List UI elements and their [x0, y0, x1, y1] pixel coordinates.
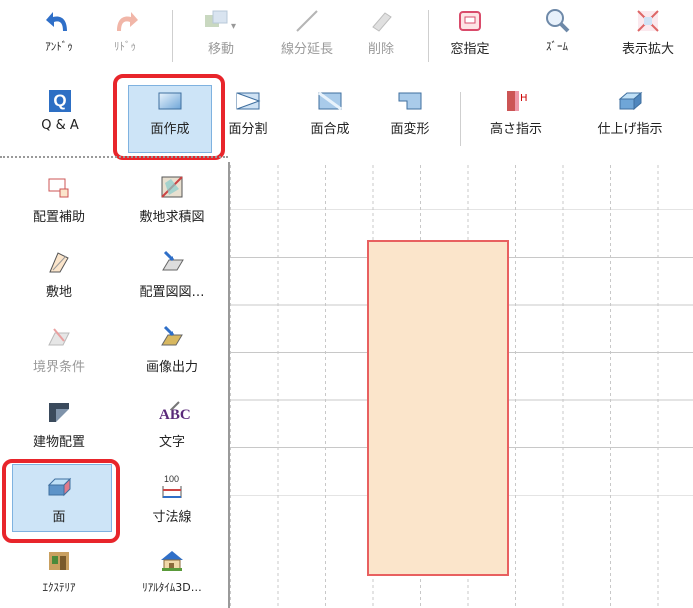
svg-text:H: H	[520, 93, 528, 104]
dimension-line-button[interactable]: 100 寸法線	[118, 472, 226, 525]
merge-face-label: 面合成	[310, 122, 350, 137]
finish-icon	[615, 86, 645, 116]
placement-aid-icon	[46, 172, 72, 202]
move-button[interactable]: ▾ 移動	[188, 6, 254, 57]
redo-button[interactable]: ﾘﾄﾞｩ	[100, 6, 150, 54]
face-highlight	[2, 459, 120, 543]
window-select-button[interactable]: 窓指定	[440, 6, 500, 57]
site-area-chart-button[interactable]: 敷地求積図	[118, 172, 226, 225]
zoom-button[interactable]: ｽﾞｰﾑ	[530, 6, 584, 54]
face-transform-icon	[395, 86, 425, 116]
split-face-label: 面分割	[228, 122, 268, 137]
move-icon: ▾	[201, 6, 241, 36]
height-spec-button[interactable]: H 高さ指示	[476, 86, 556, 137]
delete-button[interactable]: 削除	[356, 6, 406, 57]
eraser-icon	[367, 6, 395, 36]
text-button[interactable]: ABC 文字	[118, 397, 226, 450]
layout-drawing-button[interactable]: 配置図図…	[118, 247, 226, 300]
create-face-highlight	[113, 74, 225, 160]
transform-face-label: 面変形	[390, 122, 430, 137]
display-expand-label: 表示拡大	[621, 42, 674, 57]
height-spec-label: 高さ指示	[489, 122, 542, 137]
site-area-icon	[159, 172, 185, 202]
merge-face-button[interactable]: 面合成	[298, 86, 362, 137]
house-3d-icon	[159, 545, 185, 575]
layout-drawing-icon	[159, 247, 185, 277]
layout-drawing-label: 配置図図…	[139, 285, 205, 300]
transform-face-button[interactable]: 面変形	[378, 86, 442, 137]
boundary-condition-button[interactable]: 境界条件	[8, 322, 110, 375]
exterior-button[interactable]: ｴｸｽﾃﾘｱ	[8, 545, 110, 595]
site-area-chart-label: 敷地求積図	[139, 210, 205, 225]
building-layout-icon	[46, 397, 72, 427]
redo-label: ﾘﾄﾞｩ	[114, 40, 136, 53]
window-select-label: 窓指定	[450, 42, 490, 57]
site-label: 敷地	[45, 285, 72, 300]
redo-icon	[111, 6, 139, 36]
finish-spec-label: 仕上げ指示	[597, 122, 663, 137]
face-split-icon	[233, 86, 263, 116]
dimension-line-label: 寸法線	[152, 510, 192, 525]
height-icon: H	[501, 86, 531, 116]
placement-aid-label: 配置補助	[32, 210, 85, 225]
image-output-label: 画像出力	[145, 360, 198, 375]
svg-text:▾: ▾	[231, 21, 236, 32]
qa-label: Q & A	[41, 118, 79, 133]
exterior-label: ｴｸｽﾃﾘｱ	[42, 581, 76, 594]
split-face-button[interactable]: 面分割	[220, 86, 276, 137]
extend-line-icon	[293, 6, 321, 36]
qa-button[interactable]: Q Q & A	[30, 86, 90, 133]
toolbar-divider	[0, 156, 228, 158]
boundary-icon	[46, 322, 72, 352]
dimension-line-icon: 100	[157, 472, 187, 502]
expand-icon	[634, 6, 662, 36]
undo-button[interactable]: ｱﾝﾄﾞｩ	[34, 6, 84, 54]
toolbar: ｱﾝﾄﾞｩ ﾘﾄﾞｩ ▾ 移動 線分延長 削除 窓指定 ｽﾞｰﾑ 表示拡大 Q …	[0, 0, 693, 160]
site-icon	[46, 247, 72, 277]
undo-icon	[45, 6, 73, 36]
face-merge-icon	[315, 86, 345, 116]
building-layout-button[interactable]: 建物配置	[8, 397, 110, 450]
extend-line-button[interactable]: 線分延長	[272, 6, 342, 57]
building-layout-label: 建物配置	[32, 435, 85, 450]
magnifier-icon	[543, 6, 571, 36]
exterior-icon	[46, 545, 72, 575]
window-select-icon	[456, 6, 484, 36]
face-rectangle[interactable]	[367, 240, 509, 576]
boundary-condition-label: 境界条件	[32, 360, 85, 375]
move-label: 移動	[207, 42, 234, 57]
realtime-3d-button[interactable]: ﾘｱﾙﾀｲﾑ3D…	[118, 545, 226, 595]
placement-aid-button[interactable]: 配置補助	[8, 172, 110, 225]
zoom-label: ｽﾞｰﾑ	[546, 40, 568, 53]
abc-text-icon: ABC	[157, 397, 191, 427]
finish-spec-button[interactable]: 仕上げ指示	[580, 86, 680, 137]
display-expand-button[interactable]: 表示拡大	[608, 6, 688, 57]
image-output-icon	[159, 322, 185, 352]
delete-label: 削除	[367, 42, 394, 57]
site-button[interactable]: 敷地	[8, 247, 110, 300]
realtime-3d-label: ﾘｱﾙﾀｲﾑ3D…	[142, 581, 202, 594]
qa-icon: Q	[49, 86, 71, 116]
text-label: 文字	[158, 435, 185, 450]
undo-label: ｱﾝﾄﾞｩ	[45, 40, 73, 53]
image-output-button[interactable]: 画像出力	[118, 322, 226, 375]
extend-line-label: 線分延長	[280, 42, 333, 57]
drawing-canvas[interactable]	[230, 162, 693, 608]
tool-panel: 配置補助 敷地求積図 敷地 配置図図… 境界条件 画像出力 建物配置 ABC 文…	[0, 162, 228, 608]
